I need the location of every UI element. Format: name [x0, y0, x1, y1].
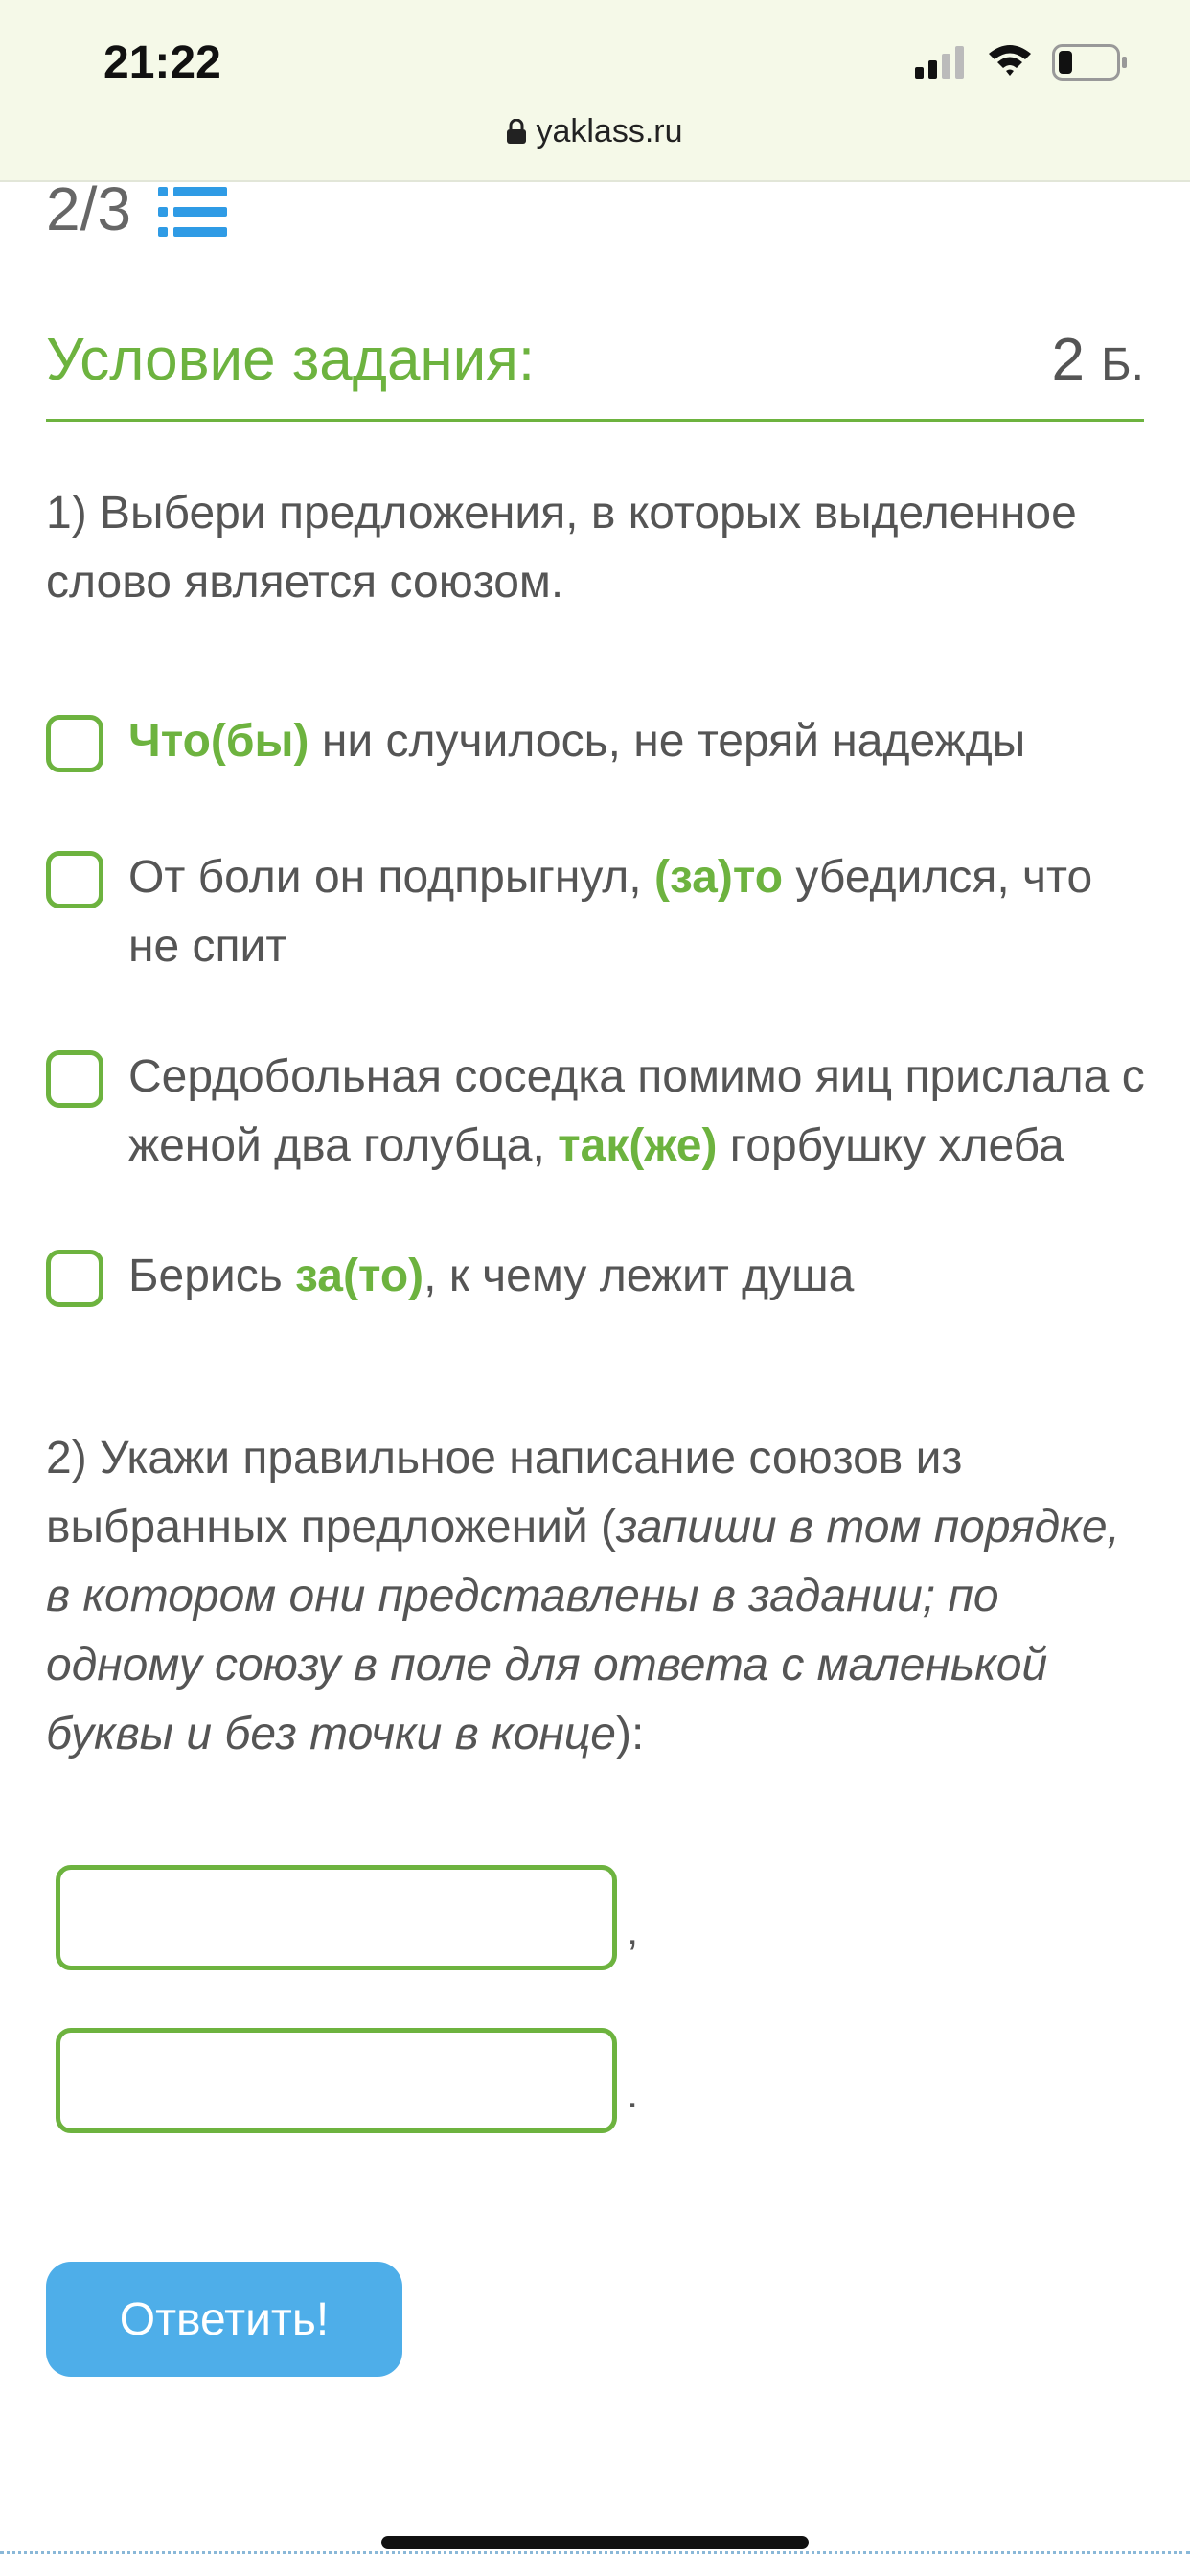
option-1[interactable]: Что(бы) ни случилось, не теряй надежды — [46, 707, 1148, 776]
option-4[interactable]: Берись за(то), к чему лежит душа — [46, 1242, 1148, 1311]
points-value: 2 — [1051, 327, 1085, 393]
option-highlight: за(то) — [295, 1251, 424, 1301]
answer-separator: , — [627, 1907, 639, 1954]
answer-row-1: , — [56, 1865, 638, 1970]
option-label: Берись за(то), к чему лежит душа — [128, 1242, 854, 1311]
status-bar: 21:22 yaklass.ru — [0, 0, 1190, 182]
option-3[interactable]: Сердобольная соседка помимо яиц прислала… — [46, 1043, 1148, 1181]
option-text-after: ни случилось, не теряй надежды — [309, 716, 1026, 767]
answer-separator: . — [627, 2070, 639, 2117]
option-text-after: , к чему лежит душа — [423, 1251, 855, 1301]
task-points: 2 Б. — [1051, 326, 1144, 394]
divider — [0, 2551, 1190, 2554]
url-text: yaklass.ru — [536, 113, 683, 150]
task-heading-row: Условие задания: 2 Б. — [46, 326, 1144, 422]
option-highlight: (за)то — [653, 852, 784, 903]
answer-input-1[interactable] — [56, 1865, 617, 1970]
option-highlight: так(же) — [558, 1120, 718, 1171]
option-highlight: Что(бы) — [128, 716, 309, 767]
answer-input-2[interactable] — [56, 2028, 617, 2133]
address-bar[interactable]: yaklass.ru — [0, 113, 1190, 150]
home-indicator[interactable] — [381, 2536, 809, 2549]
pager-text: 2/3 — [46, 174, 131, 243]
task-heading: Условие задания: — [46, 327, 536, 393]
lock-icon — [507, 119, 527, 144]
option-text-before: От боли он подпрыгнул, — [128, 852, 654, 903]
question-1-text: 1) Выбери предложения, в которых выделен… — [46, 488, 1077, 608]
signal-icon — [915, 46, 964, 79]
points-unit: Б. — [1101, 339, 1144, 390]
option-text-after: горбушку хлеба — [717, 1120, 1064, 1171]
task-pager: 2/3 — [46, 171, 227, 247]
option-label: От боли он подпрыгнул, (за)то убедился, … — [128, 843, 1148, 981]
option-text-before: Берись — [128, 1251, 296, 1301]
option-checkbox[interactable] — [46, 715, 103, 772]
option-checkbox[interactable] — [46, 1050, 103, 1108]
option-label: Сердобольная соседка помимо яиц прислала… — [128, 1043, 1148, 1181]
submit-button[interactable]: Ответить! — [46, 2262, 402, 2377]
question-2-end: ): — [615, 1709, 645, 1760]
wifi-icon — [989, 45, 1031, 76]
answer-row-2: . — [56, 2028, 638, 2133]
clock: 21:22 — [103, 37, 221, 88]
option-label: Что(бы) ни случилось, не теряй надежды — [128, 707, 1025, 776]
battery-icon — [1052, 44, 1127, 80]
option-checkbox[interactable] — [46, 1250, 103, 1307]
question-2-text: 2) Укажи правильное написание союзов из … — [46, 1424, 1148, 1769]
list-icon[interactable] — [157, 185, 227, 239]
option-checkbox[interactable] — [46, 851, 103, 908]
option-2[interactable]: От боли он подпрыгнул, (за)то убедился, … — [46, 843, 1148, 981]
